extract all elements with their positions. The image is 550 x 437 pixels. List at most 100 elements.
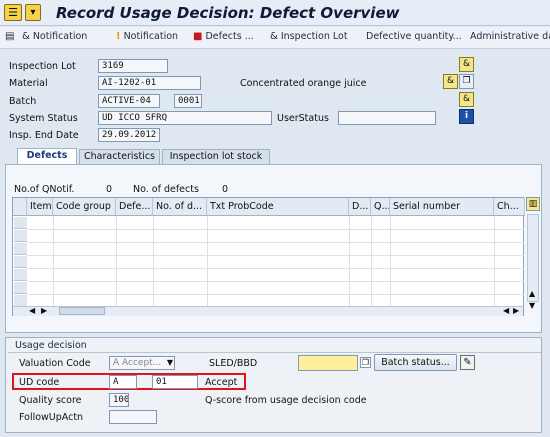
title-bar: ☰ ▾ Record Usage Decision: Defect Overvi… (0, 0, 550, 26)
defects-table: Item Code group Defe... No. of d... Txt … (12, 197, 525, 316)
row-selector[interactable] (14, 256, 27, 268)
link-icon: & (22, 31, 30, 42)
column-header[interactable]: Code group (53, 198, 116, 216)
toolbar-label: Notification (123, 31, 179, 42)
defects-count-value: 0 (222, 184, 229, 195)
ud-code-number-field[interactable]: 01 (152, 375, 198, 389)
row-selector[interactable] (14, 230, 27, 242)
grid-row-line (27, 242, 524, 243)
toolbar-notification-button[interactable]: ! Notification (116, 31, 178, 42)
system-status-label: System Status (9, 113, 78, 124)
grid-column-line (349, 216, 350, 306)
valuation-code-value: A Accept... (113, 358, 162, 368)
column-header[interactable]: Item (27, 198, 53, 216)
toolbar-label: Administrative data (470, 31, 550, 42)
valuation-code-select[interactable]: A Accept... ▼ (109, 356, 175, 370)
scroll-right-icon[interactable]: ▶ (41, 306, 47, 315)
edit-icon[interactable]: ✎ (460, 355, 475, 370)
sled-bbd-label: SLED/BBD (209, 358, 258, 369)
insp-end-date-label: Insp. End Date (9, 130, 79, 141)
scroll-up-icon[interactable]: ▲ (529, 289, 535, 298)
link-icon: & (270, 31, 278, 42)
valuation-code-label: Valuation Code (19, 358, 91, 369)
tab-characteristics[interactable]: Characteristics (79, 149, 160, 164)
scroll-thumb[interactable] (59, 307, 105, 315)
material-description: Concentrated orange juice (240, 78, 367, 89)
insp-end-date-field[interactable]: 29.09.2012 (98, 128, 160, 142)
quality-score-field[interactable]: 100 (109, 393, 129, 407)
qnotif-value: 0 (106, 184, 113, 195)
info-icon[interactable]: i (459, 109, 474, 124)
toolbar-label: Notification (32, 31, 88, 42)
grid-row-line (27, 229, 524, 230)
link-icon[interactable]: & (459, 57, 474, 72)
scroll-right-icon[interactable]: ▶ (513, 306, 519, 315)
toolbar-label: Defects ... (205, 31, 254, 42)
row-selector[interactable] (14, 269, 27, 281)
menu-icon[interactable]: ☰ (4, 4, 22, 21)
section-divider (8, 352, 541, 353)
column-header[interactable]: Txt ProbCode (207, 198, 349, 216)
toolbar-notification-link-button[interactable]: & Notification (22, 31, 87, 42)
toolbar-label: Inspection Lot (280, 31, 348, 42)
scroll-left-icon[interactable]: ◀ (503, 306, 509, 315)
follow-up-action-field[interactable] (109, 410, 157, 424)
ud-code-text: Accept (205, 377, 238, 388)
toolbar-defects-button[interactable]: ■ Defects ... (193, 31, 254, 42)
grid-row-line (27, 294, 524, 295)
quality-score-label: Quality score (19, 395, 82, 406)
link-icon[interactable]: & (459, 92, 474, 107)
page-title: Record Usage Decision: Defect Overview (56, 4, 400, 22)
batch-status-button[interactable]: Batch status... (374, 354, 457, 371)
user-status-field[interactable] (338, 111, 436, 125)
column-header[interactable]: No. of d... (153, 198, 207, 216)
column-header[interactable]: Q... (371, 198, 390, 216)
column-header[interactable]: D... (349, 198, 371, 216)
tab-defects[interactable]: Defects (17, 148, 77, 165)
material-field[interactable]: AI-1202-01 (98, 76, 201, 90)
sled-bbd-field[interactable] (298, 355, 358, 371)
row-selector[interactable] (14, 282, 27, 294)
chevron-down-icon[interactable]: ▼ (167, 357, 173, 369)
column-settings-icon[interactable]: ▥ (526, 197, 540, 211)
grid-column-line (207, 216, 208, 306)
batch-field[interactable]: ACTIVE-04 (98, 94, 160, 108)
row-selector[interactable] (14, 217, 27, 229)
material-label: Material (9, 78, 48, 89)
defect-flag-icon: ■ (193, 31, 203, 42)
inspection-lot-label: Inspection Lot (9, 61, 76, 72)
copy-icon[interactable]: ❐ (459, 74, 474, 89)
tab-inspection-lot-stock[interactable]: Inspection lot stock (162, 149, 270, 164)
batch-number-field[interactable]: 0001 (174, 94, 202, 108)
quality-score-description: Q-score from usage decision code (205, 395, 367, 406)
batch-label: Batch (9, 96, 37, 107)
grid-column-line (153, 216, 154, 306)
column-header[interactable]: Defe... (116, 198, 153, 216)
grid-column-line (116, 216, 117, 306)
select-all-cell[interactable] (13, 198, 27, 216)
scroll-left-icon[interactable]: ◀ (29, 306, 35, 315)
grid-row-line (27, 268, 524, 269)
toolbar-list-button[interactable]: ▤ (5, 31, 17, 42)
ud-code-field[interactable]: A (109, 375, 137, 389)
f4-help-icon[interactable]: ❐ (360, 357, 371, 368)
toolbar-defective-quantity-button[interactable]: Defective quantity... (366, 31, 462, 42)
row-selector[interactable] (14, 243, 27, 255)
toolbar-inspection-lot-button[interactable]: & Inspection Lot (270, 31, 348, 42)
grid-row-line (27, 255, 524, 256)
grid-column-line (371, 216, 372, 306)
grid-column-line (494, 216, 495, 306)
inspection-lot-field[interactable]: 3169 (98, 59, 168, 73)
scroll-down-icon[interactable]: ▼ (529, 301, 535, 310)
column-header[interactable]: Serial number (390, 198, 494, 216)
toolbar-label: Defective quantity... (366, 31, 462, 42)
usage-decision-title: Usage decision (15, 340, 87, 351)
application-toolbar: ▤ & Notification ! Notification ■ Defects .… (0, 27, 550, 49)
column-header[interactable]: Ch... (494, 198, 525, 216)
grid-column-line (53, 216, 54, 306)
link-icon[interactable]: & (443, 74, 458, 89)
system-status-field[interactable]: UD ICCO SFRQ (98, 111, 272, 125)
notification-icon: ! (116, 31, 121, 42)
toolbar-administrative-data-button[interactable]: Administrative data (470, 31, 550, 42)
dropdown-arrow-icon[interactable]: ▾ (25, 4, 41, 21)
